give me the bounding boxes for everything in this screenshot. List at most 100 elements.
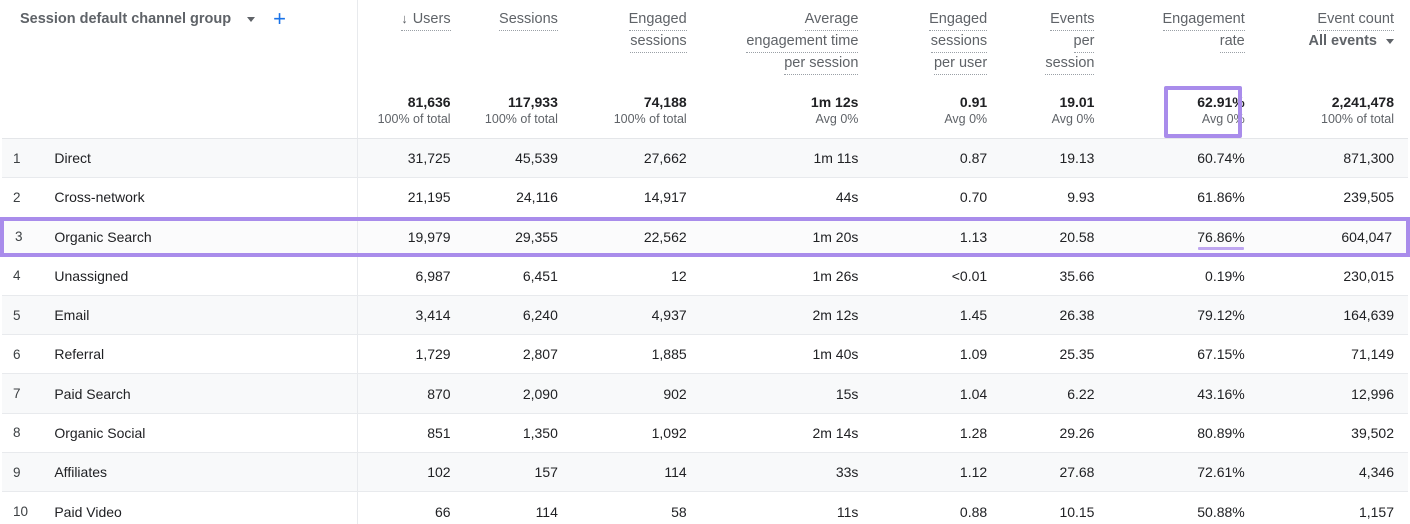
- row-event-count-cell: 230,015: [1258, 254, 1408, 296]
- row-channel-label: Paid Video: [54, 503, 122, 520]
- row-engagement-rate-value: 72.61%: [1197, 464, 1245, 481]
- row-rank: 10: [13, 504, 29, 520]
- row-users-cell: 21,195: [357, 177, 465, 220]
- column-header-sessions[interactable]: Sessions: [464, 0, 572, 85]
- column-header-engaged-sessions-per-user[interactable]: Engaged sessions per user: [872, 0, 1002, 85]
- row-engaged-sessions-value: 1,092: [651, 424, 687, 441]
- table-row[interactable]: 1 Direct 31,725 45,539 27,662 1m 11s 0.87 19.13…: [2, 138, 1408, 179]
- row-channel-label: Email: [54, 307, 90, 324]
- column-header-engagement-rate[interactable]: Engagement rate: [1108, 0, 1259, 85]
- row-events-per-session-value: 29.26: [1059, 424, 1095, 441]
- column-header-users[interactable]: ↓ Users: [357, 0, 465, 85]
- row-channel-cell[interactable]: Direct: [36, 138, 358, 179]
- row-channel-cell[interactable]: Email: [36, 295, 358, 336]
- row-avg-engagement-time-cell: 2m 12s: [700, 295, 873, 336]
- row-users-value: 1,729: [415, 346, 451, 363]
- row-engagement-rate-value: 80.89%: [1197, 424, 1245, 441]
- column-header-avg-engagement-time[interactable]: Average engagement time per session: [700, 0, 873, 85]
- row-channel-cell[interactable]: Referral: [36, 334, 358, 375]
- row-users-value: 66: [435, 503, 451, 520]
- totals-engaged-sessions-cell: 74,188 100% of total: [571, 85, 701, 139]
- row-sessions-cell: 1,350: [464, 413, 572, 454]
- column-header-engagement-rate-line2: rate: [1219, 31, 1245, 53]
- totals-event-count-cell: 2,241,478 100% of total: [1258, 85, 1408, 139]
- table-row[interactable]: 3 Organic Search 19,979 29,355 22,562 1m 20s 1…: [0, 216, 1410, 257]
- row-engaged-sessions-cell: 114: [571, 452, 701, 493]
- row-users-cell: 870: [357, 373, 465, 414]
- arrow-down-icon[interactable]: ↓: [401, 9, 408, 29]
- row-users-value: 870: [427, 385, 451, 402]
- row-rank-cell: 8: [2, 413, 37, 454]
- plus-icon[interactable]: +: [273, 8, 286, 30]
- row-events-per-session-value: 20.58: [1059, 228, 1095, 245]
- table-row[interactable]: 7 Paid Search 870 2,090 902 15s 1.04 6.22 43.16%…: [2, 373, 1408, 414]
- column-header-events-per-session-line3: session: [1045, 53, 1095, 75]
- row-channel-cell[interactable]: Affiliates: [36, 452, 358, 493]
- row-users-cell: 1,729: [357, 334, 465, 375]
- column-header-event-count[interactable]: Event count All events: [1258, 0, 1408, 85]
- table-row[interactable]: 2 Cross-network 21,195 24,116 14,917 44s 0.70 9…: [2, 177, 1408, 220]
- row-event-count-cell: 604,047: [1258, 216, 1410, 257]
- row-engaged-sessions-cell: 1,885: [571, 334, 701, 375]
- row-engaged-sessions-per-user-cell: <0.01: [872, 254, 1002, 296]
- table-row[interactable]: 6 Referral 1,729 2,807 1,885 1m 40s 1.09 25.35 6…: [2, 334, 1408, 375]
- row-channel-cell[interactable]: Unassigned: [36, 254, 358, 296]
- row-engaged-sessions-per-user-cell: 1.13: [872, 216, 1002, 257]
- row-engagement-rate-cell: 72.61%: [1108, 452, 1259, 493]
- column-header-engaged-sessions-per-user-line1: Engaged: [929, 9, 988, 31]
- totals-users-cell: 81,636 100% of total: [357, 85, 465, 139]
- row-users-cell: 6,987: [357, 254, 465, 296]
- table-row[interactable]: 4 Unassigned 6,987 6,451 12 1m 26s <0.01 35.66 0…: [2, 254, 1408, 296]
- row-channel-cell[interactable]: Organic Social: [36, 413, 358, 454]
- row-sessions-value: 157: [534, 464, 558, 481]
- totals-events-per-session-cell: 19.01 Avg 0%: [1001, 85, 1109, 139]
- row-engagement-rate-cell: 76.86%: [1108, 216, 1259, 257]
- row-engagement-rate-cell: 67.15%: [1108, 334, 1259, 375]
- row-avg-engagement-time-cell: 1m 20s: [700, 216, 873, 257]
- row-engagement-rate-value: 0.19%: [1205, 267, 1245, 284]
- row-channel-cell[interactable]: Paid Video: [36, 491, 358, 524]
- all-events-dropdown[interactable]: All events: [1308, 33, 1394, 49]
- column-header-engaged-sessions[interactable]: Engaged sessions: [571, 0, 701, 85]
- row-sessions-value: 45,539: [515, 150, 558, 167]
- row-users-cell: 31,725: [357, 138, 465, 179]
- chevron-down-icon[interactable]: [1386, 38, 1394, 44]
- table-row[interactable]: 10 Paid Video 66 114 58 11s 0.88 10.15 50.88% 1,1…: [2, 491, 1408, 524]
- row-engagement-rate-cell: 79.12%: [1108, 295, 1259, 336]
- row-engaged-sessions-value: 1,885: [651, 346, 687, 363]
- table-row[interactable]: 5 Email 3,414 6,240 4,937 2m 12s 1.45 26.38 79.1…: [2, 295, 1408, 336]
- table-row[interactable]: 8 Organic Social 851 1,350 1,092 2m 14s 1.28 29…: [2, 413, 1408, 454]
- row-sessions-cell: 157: [464, 452, 572, 493]
- row-users-cell: 19,979: [357, 216, 465, 257]
- row-events-per-session-cell: 29.26: [1001, 413, 1109, 454]
- row-engaged-sessions-per-user-value: 0.87: [959, 150, 988, 167]
- table-row[interactable]: 9 Affiliates 102 157 114 33s 1.12 27.68 72.61% 4,…: [2, 452, 1408, 493]
- row-users-value: 6,987: [415, 267, 451, 284]
- row-event-count-value: 164,639: [1343, 307, 1394, 324]
- row-channel-cell[interactable]: Paid Search: [36, 373, 358, 414]
- row-avg-engagement-time-value: 1m 26s: [812, 267, 859, 284]
- row-events-per-session-cell: 25.35: [1001, 334, 1109, 375]
- dimension-selector[interactable]: Session default channel group +: [20, 8, 286, 30]
- row-channel-cell[interactable]: Organic Search: [36, 216, 358, 257]
- row-sessions-value: 24,116: [516, 189, 558, 206]
- totals-event-count-sub: 100% of total: [1321, 112, 1394, 126]
- row-engaged-sessions-value: 4,937: [651, 307, 687, 324]
- row-avg-engagement-time-cell: 2m 14s: [700, 413, 873, 454]
- row-sessions-cell: 6,451: [464, 254, 572, 296]
- table-header: Session default channel group + ↓ Users S…: [2, 0, 1408, 139]
- totals-row: 81,636 100% of total 117,933 100% of tot…: [2, 85, 1408, 139]
- dimension-header-cell: Session default channel group +: [2, 0, 358, 85]
- row-avg-engagement-time-value: 15s: [835, 385, 859, 402]
- row-channel-cell[interactable]: Cross-network: [36, 177, 358, 220]
- chevron-down-icon[interactable]: [247, 16, 256, 22]
- row-rank-cell: 5: [2, 295, 37, 336]
- row-event-count-value: 39,502: [1351, 424, 1394, 441]
- row-rank-cell: 9: [2, 452, 37, 493]
- column-header-avg-engagement-time-line2: engagement time: [746, 31, 859, 53]
- row-engaged-sessions-value: 12: [671, 267, 687, 284]
- totals-event-count-value: 2,241,478: [1331, 94, 1394, 110]
- column-header-events-per-session[interactable]: Events per session: [1001, 0, 1109, 85]
- row-engaged-sessions-per-user-cell: 1.28: [872, 413, 1002, 454]
- all-events-label: All events: [1308, 33, 1378, 49]
